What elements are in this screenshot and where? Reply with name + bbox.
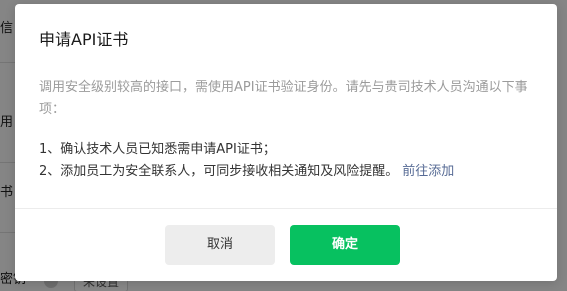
apply-api-certificate-dialog: 申请API证书 调用安全级别较高的接口，需使用API证书验证身份。请先与贵司技术… xyxy=(15,4,557,281)
go-add-link[interactable]: 前往添加 xyxy=(402,164,454,179)
confirm-button[interactable]: 确定 xyxy=(290,225,400,265)
list-item: 2、添加员工为安全联系人，可同步接收相关通知及风险提醒。 前往添加 xyxy=(39,161,549,183)
footer-divider xyxy=(15,208,557,209)
dialog-title: 申请API证书 xyxy=(39,30,129,49)
requirement-list: 1、确认技术人员已知悉需申请API证书； 2、添加员工为安全联系人，可同步接收相… xyxy=(39,139,549,183)
list-item-text: 1、确认技术人员已知悉需申请API证书； xyxy=(39,142,276,157)
cancel-button[interactable]: 取消 xyxy=(165,225,275,265)
list-item-text: 2、添加员工为安全联系人，可同步接收相关通知及风险提醒。 xyxy=(39,164,399,179)
list-item: 1、确认技术人员已知悉需申请API证书； xyxy=(39,139,549,161)
dialog-description: 调用安全级别较高的接口，需使用API证书验证身份。请先与贵司技术人员沟通以下事项… xyxy=(39,80,528,117)
